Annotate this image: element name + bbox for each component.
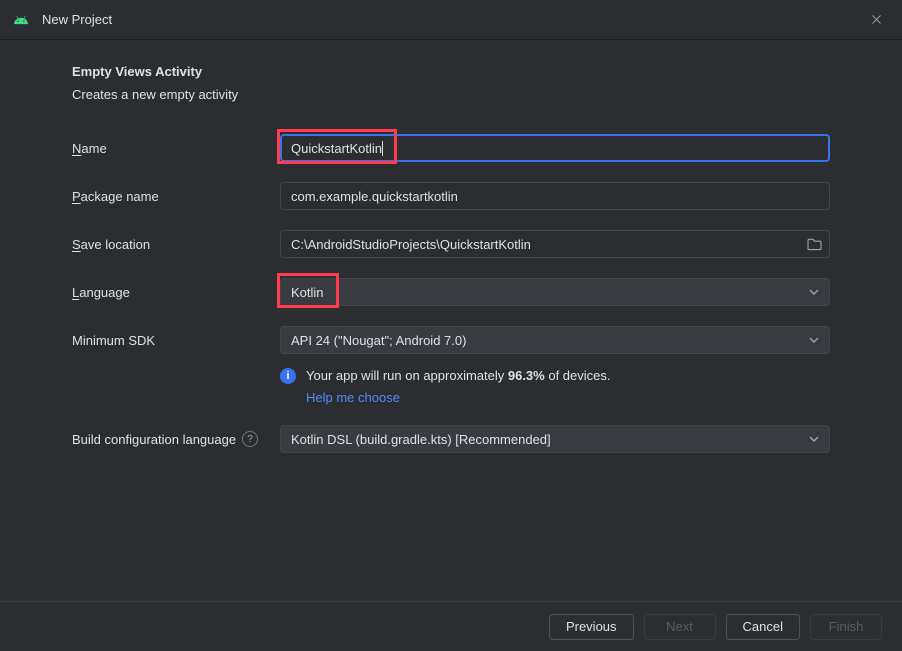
language-select[interactable]: Kotlin <box>280 278 830 306</box>
label-minimum-sdk: Minimum SDK <box>72 333 280 348</box>
build-config-language-value: Kotlin DSL (build.gradle.kts) [Recommend… <box>291 432 551 447</box>
minimum-sdk-value: API 24 ("Nougat"; Android 7.0) <box>291 333 466 348</box>
row-save-location: Save location <box>72 230 830 258</box>
label-name: Name <box>72 141 280 156</box>
row-name: Name QuickstartKotlin <box>72 134 830 162</box>
name-input-value: QuickstartKotlin <box>291 141 382 156</box>
save-location-input[interactable] <box>280 230 830 258</box>
language-value: Kotlin <box>291 285 324 300</box>
next-button: Next <box>644 614 716 640</box>
previous-button[interactable]: Previous <box>549 614 634 640</box>
info-icon: i <box>280 368 296 384</box>
chevron-down-icon <box>809 433 819 445</box>
row-build-config-language: Build configuration language ? Kotlin DS… <box>72 425 830 453</box>
label-language: Language <box>72 285 280 300</box>
row-language: Language Kotlin <box>72 278 830 306</box>
chevron-down-icon <box>809 286 819 298</box>
minimum-sdk-select[interactable]: API 24 ("Nougat"; Android 7.0) <box>280 326 830 354</box>
hint-text: Your app will run on approximately 96.3%… <box>306 368 611 383</box>
browse-folder-icon[interactable] <box>807 238 822 251</box>
label-build-config-language: Build configuration language ? <box>72 431 280 447</box>
build-config-language-select[interactable]: Kotlin DSL (build.gradle.kts) [Recommend… <box>280 425 830 453</box>
package-input[interactable] <box>280 182 830 210</box>
template-title: Empty Views Activity <box>72 64 830 79</box>
window-title: New Project <box>42 12 864 27</box>
android-studio-logo-icon <box>14 13 28 27</box>
row-minimum-sdk: Minimum SDK API 24 ("Nougat"; Android 7.… <box>72 326 830 354</box>
dialog-footer: Previous Next Cancel Finish <box>0 601 902 651</box>
help-icon[interactable]: ? <box>242 431 258 447</box>
help-me-choose-link[interactable]: Help me choose <box>306 390 830 405</box>
dialog-content: Empty Views Activity Creates a new empty… <box>0 40 902 601</box>
close-icon[interactable] <box>864 8 888 32</box>
name-input[interactable]: QuickstartKotlin <box>280 134 830 162</box>
device-coverage-hint: i Your app will run on approximately 96.… <box>280 368 830 384</box>
finish-button: Finish <box>810 614 882 640</box>
title-bar: New Project <box>0 0 902 40</box>
chevron-down-icon <box>809 334 819 346</box>
cancel-button[interactable]: Cancel <box>726 614 800 640</box>
label-save-location: Save location <box>72 237 280 252</box>
label-package: Package name <box>72 189 280 204</box>
row-hint: i Your app will run on approximately 96.… <box>72 360 830 425</box>
row-package: Package name <box>72 182 830 210</box>
template-subtitle: Creates a new empty activity <box>72 87 830 102</box>
text-caret <box>382 141 383 156</box>
